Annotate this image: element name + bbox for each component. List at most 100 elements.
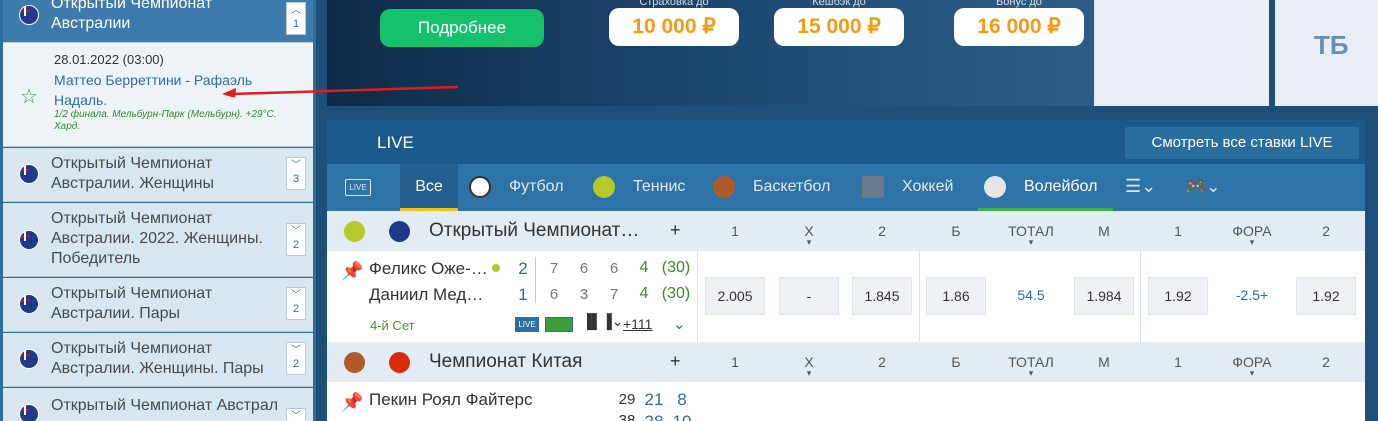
team-1-name[interactable]: Пекин Роял Файтерс (369, 390, 533, 410)
sets-won: 1 (518, 285, 528, 304)
statistics-icon[interactable]: ▐▌▐⌄ (582, 313, 624, 330)
sidebar-item-women-winner[interactable]: Открытый Чемпионат Австралии. 2022. Женщ… (3, 203, 313, 277)
point-score: (30) (661, 259, 691, 276)
favorite-star-icon[interactable]: ☆ (20, 84, 38, 109)
odd-cell[interactable]: 1.845 (852, 277, 912, 315)
add-favorite-button[interactable]: + (670, 351, 681, 372)
expand-toggle[interactable]: ﹀ (286, 408, 306, 421)
event-row[interactable]: 📌 Феликс Оже-… Даниил Мед… 2 1 7 6 6 3 6… (327, 251, 1365, 375)
promo-value: 16 000 ₽ (977, 15, 1061, 38)
tab-football[interactable]: Футбол (467, 164, 571, 211)
australia-flag-icon (19, 230, 39, 250)
sort-arrow-icon: ▾ (806, 237, 812, 247)
set-score: 7 (609, 286, 619, 303)
promo-banner[interactable]: Подробнее 10 000 ₽ 15 000 ₽ 16 000 ₽ Стр… (327, 0, 1378, 106)
sidebar-item-women-more[interactable]: Открытый Чемпионат Австралии. Ж ﹀ (3, 388, 313, 421)
team-1-name[interactable]: Феликс Оже-… (369, 259, 488, 279)
column-header: М (1098, 354, 1110, 370)
tab-label: Баскетбол (753, 178, 831, 195)
odd-cell[interactable]: 2.005 (705, 277, 765, 315)
game-score: 4 (639, 285, 649, 302)
add-favorite-button[interactable]: + (670, 220, 681, 241)
odd-cell[interactable]: 1.86 (926, 277, 986, 315)
tab-tennis[interactable]: Теннис (591, 164, 691, 211)
live-header: LIVE Смотреть все ставки LIVE (327, 120, 1365, 164)
tab-volleyball[interactable]: Волейбол (978, 164, 1113, 211)
promo-value: 10 000 ₽ (632, 15, 716, 38)
set-score: 6 (549, 286, 559, 303)
scrollbar[interactable] (1365, 106, 1378, 421)
sort-arrow-icon: ▾ (1028, 237, 1034, 247)
more-sports-menu-icon[interactable]: ☰⌄ (1125, 164, 1165, 211)
column-divider (697, 251, 698, 343)
promo-caption: Страховка до (639, 0, 709, 8)
expand-toggle[interactable]: ﹀ 2 (286, 342, 306, 375)
column-divider (919, 251, 920, 343)
live-badge-icon[interactable]: LIVE (345, 179, 371, 196)
sidebar-item-women-doubles[interactable]: Открытый Чемпионат Австралии. Женщины. П… (3, 333, 313, 387)
esports-gamepad-icon[interactable]: 🎮⌄ (1185, 164, 1229, 211)
sort-arrow-icon: ▾ (1249, 237, 1255, 247)
quarter-score: 28 (643, 412, 665, 421)
league-name: Открытый Чемпионат… (429, 220, 640, 241)
chevron-down-icon[interactable]: ⌄ (673, 315, 686, 333)
football-icon (469, 176, 491, 198)
team-score: 38 (618, 412, 636, 421)
sort-arrow-icon: ▾ (806, 368, 812, 378)
team-2-name[interactable]: Даниил Мед… (369, 285, 483, 305)
pin-icon[interactable]: 📌 (341, 261, 363, 282)
live-title: LIVE (377, 133, 414, 152)
more-markets-link[interactable]: +111 (623, 316, 652, 332)
league-name: Чемпионат Китая (429, 351, 583, 372)
chevron-down-icon: ﹀ (291, 345, 301, 356)
column-header: X ▾ (779, 354, 839, 378)
set-score: 3 (579, 286, 589, 303)
tab-label: Хоккей (902, 178, 954, 195)
sidebar-item-label: Открытый Чемпионат Австралии. Пары (51, 285, 213, 322)
live-stream-icon[interactable]: LIVE (515, 317, 539, 332)
expand-toggle[interactable]: ﹀ 2 (286, 223, 306, 256)
expand-toggle[interactable]: ﹀ 3 (286, 157, 306, 190)
australia-flag-icon (389, 221, 410, 242)
team-score: 29 (618, 391, 636, 408)
total-value: 54.5 (1017, 287, 1045, 303)
pin-icon[interactable]: 📌 (341, 392, 363, 413)
column-header: 1 (1174, 354, 1182, 370)
field-tracker-icon[interactable] (545, 317, 573, 332)
tab-basketball[interactable]: Баскетбол (711, 164, 841, 211)
column-header: 2 (878, 223, 886, 239)
event-count: 1 (292, 18, 300, 30)
column-header: ФОРА ▾ (1222, 354, 1282, 378)
sidebar-item-doubles[interactable]: Открытый Чемпионат Австралии. Пары ﹀ 2 (3, 278, 313, 332)
sidebar-item-women[interactable]: Открытый Чемпионат Австралии. Женщины ﹀ 3 (3, 148, 313, 202)
odd-cell[interactable]: - (779, 277, 839, 315)
event-row[interactable]: 📌 Пекин Роял Файтерс 29 21 8 38 28 10 (327, 382, 1365, 421)
serve-indicator-icon (492, 264, 500, 272)
column-header: 2 (1322, 354, 1330, 370)
odd-cell[interactable]: 1.92 (1296, 277, 1356, 315)
chevron-up-icon: ︿ (291, 5, 301, 16)
odd-cell[interactable]: 1.92 (1148, 277, 1208, 315)
sidebar-item-label: Открытый Чемпионат Австралии. Женщины. П… (51, 340, 264, 377)
australia-flag-icon (19, 164, 39, 184)
basketball-icon (344, 352, 365, 373)
expand-toggle[interactable]: ﹀ 2 (286, 287, 306, 320)
column-header: X ▾ (779, 223, 839, 247)
odd-cell[interactable]: 1.984 (1074, 277, 1134, 315)
tab-hockey[interactable]: Хоккей (860, 164, 970, 211)
event-count: 2 (292, 239, 300, 251)
promo-caption: Бонус до (996, 0, 1042, 8)
more-button[interactable]: Подробнее (380, 9, 544, 47)
expand-toggle[interactable]: ︿ 1 (286, 2, 306, 35)
match-info: 1/2 финала. Мельбурн-Парк (Мельбурн). +2… (54, 109, 277, 132)
chevron-down-icon: ﹀ (291, 411, 301, 421)
set-score: 6 (609, 260, 619, 277)
column-header: 1 (731, 223, 739, 239)
tab-all[interactable]: Все (400, 164, 458, 211)
sidebar-item-australian-open[interactable]: Открытый Чемпионат Австралии ︿ 1 (3, 0, 313, 43)
all-live-bets-button[interactable]: Смотреть все ставки LIVE (1125, 127, 1359, 159)
set-score: 6 (579, 260, 589, 277)
sort-arrow-icon: ▾ (1249, 368, 1255, 378)
banner-illustration: ТБ (1094, 0, 1378, 106)
tab-label: Футбол (509, 178, 564, 195)
